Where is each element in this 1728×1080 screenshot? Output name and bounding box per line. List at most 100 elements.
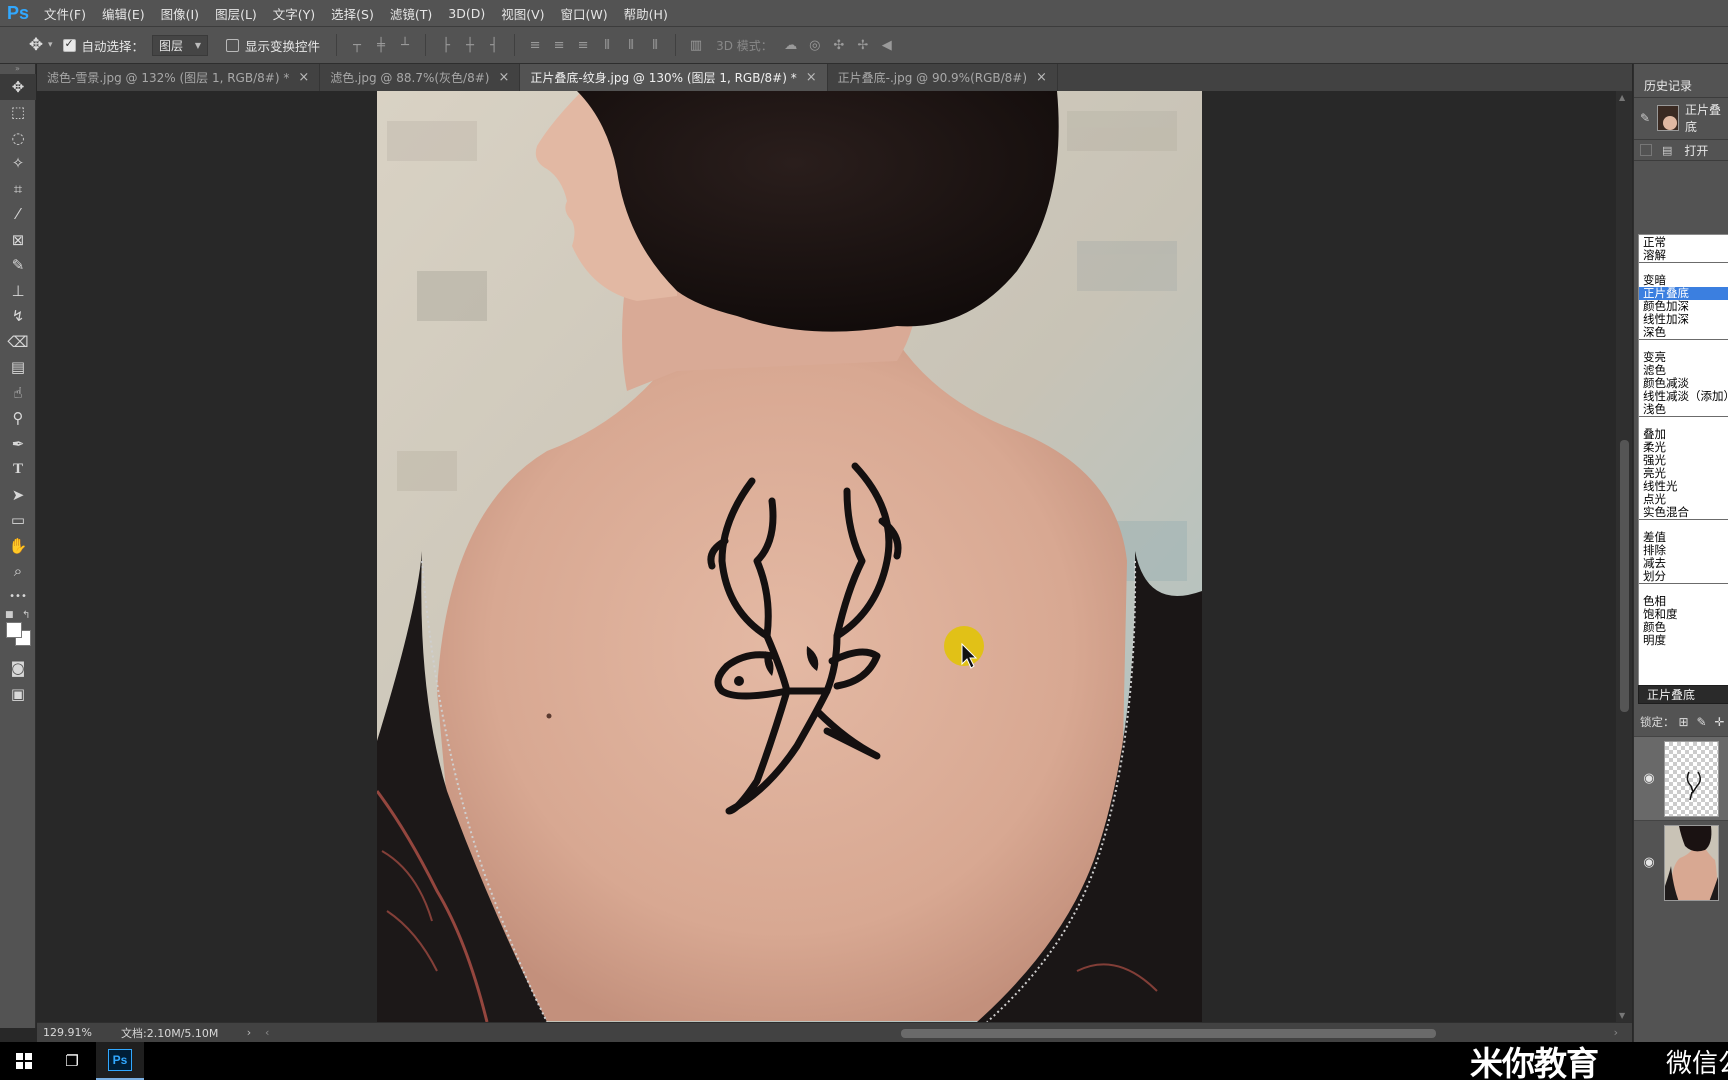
zoom-level[interactable]: 129.91% (37, 1026, 109, 1039)
menu-item[interactable]: 视图(V) (493, 0, 552, 27)
blend-mode-option[interactable]: 明度 (1639, 634, 1728, 647)
hand-tool-icon[interactable]: ✋ (0, 533, 36, 559)
magic-wand-tool-icon[interactable]: ✧ (0, 151, 36, 177)
document-canvas[interactable] (377, 91, 1202, 1022)
blend-mode-option[interactable]: 深色 (1639, 326, 1728, 339)
distribute-bottom-icon[interactable]: ≡ (571, 34, 595, 56)
menu-item[interactable]: 文件(F) (36, 0, 94, 27)
drag-3d-icon[interactable]: ✣ (827, 34, 851, 56)
swap-colors-icon[interactable]: ↰ (22, 610, 30, 621)
eraser-tool-icon[interactable]: ⌫ (0, 329, 36, 355)
menu-item[interactable]: 选择(S) (323, 0, 382, 27)
vertical-scroll-thumb[interactable] (1620, 440, 1629, 712)
scale-3d-icon[interactable]: ◀ (875, 34, 899, 56)
horizontal-scroll-thumb[interactable] (901, 1028, 1436, 1038)
brush-tool-icon[interactable]: ✎ (0, 253, 36, 279)
distribute-vcenter-icon[interactable]: ≡ (547, 34, 571, 56)
history-snapshot[interactable]: ✎ 正片叠底 (1634, 102, 1728, 134)
stamp-tool-icon[interactable]: ⊥ (0, 278, 36, 304)
document-tab[interactable]: 滤色.jpg @ 88.7%(灰色/8#) × (320, 64, 521, 91)
path-select-tool-icon[interactable]: ➤ (0, 482, 36, 508)
foreground-color-swatch[interactable] (6, 621, 22, 638)
distribute-top-icon[interactable]: ≡ (523, 34, 547, 56)
smudge-tool-icon[interactable]: ☝ (0, 380, 36, 406)
menu-item[interactable]: 图像(I) (153, 0, 207, 27)
align-bottom-icon[interactable]: ┴ (393, 34, 417, 56)
align-vcenter-icon[interactable]: ╪ (369, 34, 393, 56)
history-brush-tool-icon[interactable]: ↯ (0, 304, 36, 330)
blend-mode-select[interactable]: 正片叠底 (1638, 685, 1728, 704)
quick-mask-icon[interactable]: ◙ (0, 656, 36, 682)
slide-3d-icon[interactable]: ✢ (851, 34, 875, 56)
scroll-down-icon[interactable]: ▼ (1619, 1011, 1625, 1020)
windows-start-icon[interactable] (0, 1042, 48, 1080)
roll-3d-icon[interactable]: ◎ (803, 34, 827, 56)
scroll-left-icon[interactable]: ‹ (265, 1026, 269, 1039)
type-tool-icon[interactable]: T (0, 457, 36, 483)
close-icon[interactable]: × (498, 70, 509, 85)
taskbar-photoshop-button[interactable]: Ps (96, 1042, 144, 1080)
screen-mode-icon[interactable]: ▣ (0, 681, 36, 707)
eyedropper-tool-icon[interactable]: ⁄ (0, 202, 36, 228)
frame-tool-icon[interactable]: ⊠ (0, 227, 36, 253)
auto-align-icon[interactable]: ▥ (684, 34, 708, 56)
orbit-3d-icon[interactable]: ☁ (779, 34, 803, 56)
lasso-tool-icon[interactable]: ◌ (0, 125, 36, 151)
layer-row-tattoo[interactable]: ◉ (1634, 736, 1728, 820)
scroll-up-icon[interactable]: ▲ (1619, 93, 1625, 102)
chevron-down-icon[interactable]: ▾ (48, 40, 53, 50)
menu-item[interactable]: 编辑(E) (94, 0, 153, 27)
align-top-icon[interactable]: ┬ (345, 34, 369, 56)
history-source-box[interactable] (1640, 144, 1652, 156)
show-transform-checkbox[interactable] (226, 38, 240, 52)
close-icon[interactable]: × (298, 70, 309, 85)
distribute-right-icon[interactable]: ⦀ (643, 34, 667, 56)
default-colors-icon[interactable]: ■ (5, 610, 14, 620)
horizontal-scrollbar[interactable]: ‹ › (261, 1026, 1620, 1040)
align-left-icon[interactable]: ├ (434, 34, 458, 56)
menu-item[interactable]: 3D(D) (440, 0, 493, 27)
menu-item[interactable]: 图层(L) (207, 0, 265, 27)
menu-item[interactable]: 文字(Y) (265, 0, 323, 27)
vertical-scrollbar[interactable]: ▲ ▼ (1616, 91, 1632, 1022)
eye-icon[interactable]: ◉ (1634, 771, 1664, 786)
align-right-icon[interactable]: ┤ (482, 34, 506, 56)
blend-mode-option[interactable]: 划分 (1639, 570, 1728, 583)
blend-mode-option[interactable]: 溶解 (1639, 249, 1728, 262)
blend-mode-option[interactable]: 浅色 (1639, 403, 1728, 416)
align-hcenter-icon[interactable]: ┼ (458, 34, 482, 56)
move-tool-icon[interactable]: ✥ (0, 74, 36, 100)
auto-select-target-dropdown[interactable]: 图层 ▼ (152, 34, 209, 56)
distribute-hcenter-icon[interactable]: ⦀ (619, 34, 643, 56)
menu-item[interactable]: 滤镜(T) (382, 0, 440, 27)
zoom-tool-icon[interactable]: ⌕ (0, 559, 36, 585)
lock-position-icon[interactable]: ✛ (1711, 714, 1728, 730)
document-tab[interactable]: 滤色-雪景.jpg @ 132% (图层 1, RGB/8#) * × (37, 64, 321, 91)
lock-image-icon[interactable]: ✎ (1693, 714, 1711, 730)
eye-icon[interactable]: ◉ (1634, 855, 1664, 870)
marquee-tool-icon[interactable]: ⬚ (0, 100, 36, 126)
panel-collapse-icon[interactable]: » (0, 64, 35, 74)
scroll-right-icon[interactable]: › (1614, 1026, 1618, 1039)
menu-item[interactable]: 窗口(W) (553, 0, 616, 27)
menu-item[interactable]: 帮助(H) (616, 0, 676, 27)
distribute-left-icon[interactable]: ⦀ (595, 34, 619, 56)
layer-row-background[interactable]: ◉ (1634, 820, 1728, 904)
shape-tool-icon[interactable]: ▭ (0, 508, 36, 534)
gradient-tool-icon[interactable]: ▤ (0, 355, 36, 381)
history-brush-source-icon[interactable]: ✎ (1640, 111, 1653, 125)
document-tab[interactable]: 正片叠底-纹身.jpg @ 130% (图层 1, RGB/8#) * × (520, 64, 828, 91)
more-tools-icon[interactable]: ••• (0, 584, 36, 610)
document-tab[interactable]: 正片叠底-.jpg @ 90.9%(RGB/8#) × (827, 64, 1058, 91)
status-menu-arrow-icon[interactable]: › (237, 1026, 261, 1039)
pen-tool-icon[interactable]: ✒ (0, 431, 36, 457)
history-state-open[interactable]: ▤ 打开 (1634, 139, 1728, 161)
canvas-area[interactable] (37, 91, 1632, 1022)
blend-mode-option[interactable]: 实色混合 (1639, 506, 1728, 519)
close-icon[interactable]: × (806, 70, 817, 85)
auto-select-checkbox[interactable] (62, 37, 76, 52)
dodge-tool-icon[interactable]: ⚲ (0, 406, 36, 432)
crop-tool-icon[interactable]: ⌗ (0, 176, 36, 202)
history-panel-tab[interactable]: 历史记录 (1634, 73, 1728, 98)
task-view-icon[interactable]: ❐ (48, 1042, 96, 1080)
